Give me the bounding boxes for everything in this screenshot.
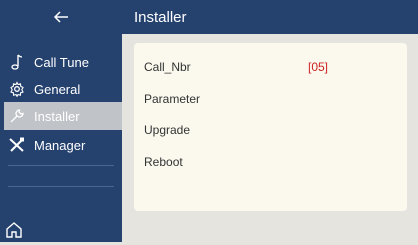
row-label: Reboot: [144, 155, 183, 169]
sidebar-item-installer[interactable]: Installer: [4, 102, 122, 130]
row-label: Upgrade: [144, 123, 191, 137]
sidebar-item-label: General: [34, 81, 81, 97]
header-bar: Installer: [122, 0, 418, 34]
sidebar-item-label: Installer: [34, 108, 80, 124]
music-note-icon: [8, 53, 26, 71]
settings-panel: Call_Nbr [05] Parameter Upgrade Reboot: [134, 43, 407, 211]
back-button[interactable]: [0, 0, 122, 34]
sidebar-item-label: Manager: [34, 137, 86, 153]
parameter-row[interactable]: Parameter: [144, 89, 200, 109]
upgrade-row[interactable]: Upgrade: [144, 120, 190, 140]
sidebar-item-general[interactable]: General: [4, 75, 122, 103]
sidebar-item-call-tune[interactable]: Call Tune: [4, 48, 122, 76]
wrench-icon: [8, 107, 26, 125]
gear-icon: [8, 80, 26, 98]
divider: [8, 186, 114, 187]
left-arrow-icon: [53, 11, 68, 23]
page-title: Installer: [134, 8, 187, 26]
call-nbr-row[interactable]: Call_Nbr [05]: [144, 57, 394, 77]
home-button[interactable]: [4, 220, 26, 242]
home-icon: [6, 222, 22, 238]
row-label: Parameter: [144, 92, 201, 106]
tools-icon: [8, 136, 26, 154]
call-nbr-value: [05]: [308, 60, 329, 74]
sidebar: Call Tune General Installer Manager: [0, 0, 122, 242]
sidebar-item-manager[interactable]: Manager: [4, 131, 122, 159]
divider: [8, 165, 114, 166]
reboot-row[interactable]: Reboot: [144, 152, 183, 172]
row-label: Call_Nbr: [144, 60, 191, 74]
sidebar-item-label: Call Tune: [34, 54, 89, 70]
